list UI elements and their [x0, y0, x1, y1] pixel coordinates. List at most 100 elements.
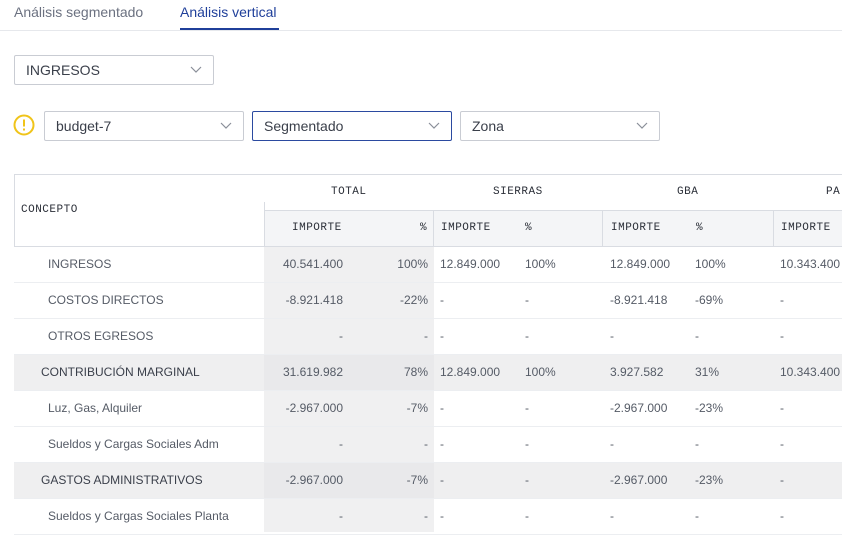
- sierras-pct-cell: -: [525, 437, 529, 451]
- gba-importe-cell: 12.849.000: [610, 257, 671, 271]
- total-pct-cell: -7%: [406, 473, 428, 487]
- chevron-down-icon: [428, 122, 440, 129]
- pa-importe-cell: -: [780, 509, 784, 523]
- sierras-importe-header[interactable]: IMPORTE: [441, 222, 491, 234]
- row-label: Luz, Gas, Alquiler: [48, 401, 143, 415]
- row-label: OTROS EGRESOS: [48, 329, 154, 343]
- chevron-down-icon: [190, 66, 202, 73]
- group-header-total[interactable]: TOTAL: [331, 186, 367, 198]
- concept-select[interactable]: INGRESOS: [14, 55, 214, 85]
- gba-importe-cell: -: [610, 437, 614, 451]
- sierras-pct-header[interactable]: %: [525, 222, 532, 234]
- row-label: INGRESOS: [48, 257, 112, 271]
- total-importe-cell: -2.967.000: [285, 473, 343, 487]
- sierras-importe-cell: -: [440, 293, 444, 307]
- sierras-pct-cell: -: [525, 473, 529, 487]
- sierras-pct-cell: 100%: [525, 365, 556, 379]
- table-row: CONTRIBUCIÓN MARGINAL 31.619.982 78% 12.849…: [14, 355, 842, 391]
- group-header-sierras[interactable]: SIERRAS: [493, 186, 543, 198]
- tab-bar: Análisis segmentado Análisis vertical: [0, 0, 842, 31]
- table-row: Luz, Gas, Alquiler -2.967.000 -7% - - -2.967.…: [14, 391, 842, 427]
- total-importe-cell: -8.921.418: [285, 293, 343, 307]
- row-label: Sueldos y Cargas Sociales Adm: [48, 437, 219, 451]
- pa-importe-cell: -: [780, 437, 784, 451]
- table-row: OTROS EGRESOS - - - - - - -: [14, 319, 842, 355]
- gba-importe-header[interactable]: IMPORTE: [611, 222, 661, 234]
- sierras-importe-cell: -: [440, 401, 444, 415]
- pa-importe-cell: -: [780, 329, 784, 343]
- mode-select[interactable]: Segmentado: [252, 111, 452, 141]
- total-pct-cell: -: [424, 329, 428, 343]
- total-pct-header[interactable]: %: [420, 222, 427, 234]
- gba-pct-cell: -: [695, 329, 699, 343]
- concept-select-value: INGRESOS: [26, 62, 100, 78]
- gba-pct-header[interactable]: %: [696, 222, 703, 234]
- row-label: COSTOS DIRECTOS: [48, 293, 164, 307]
- sierras-importe-cell: -: [440, 437, 444, 451]
- table-row: Sueldos y Cargas Sociales Planta - - - - - - -: [14, 499, 842, 535]
- gba-pct-cell: 100%: [695, 257, 726, 271]
- total-importe-cell: -: [339, 509, 343, 523]
- vertical-analysis-table: CONCEPTO TOTAL SIERRAS GBA PA IMPORTE % …: [14, 174, 842, 535]
- total-pct-cell: 78%: [403, 365, 428, 379]
- gba-importe-cell: 3.927.582: [610, 365, 664, 379]
- subheader-row: [264, 210, 842, 246]
- sierras-pct-cell: -: [525, 509, 529, 523]
- table-row: INGRESOS 40.541.400 100% 12.849.000 100% 12.8…: [14, 247, 842, 283]
- sierras-importe-cell: -: [440, 473, 444, 487]
- total-pct-cell: 100%: [397, 257, 428, 271]
- row-label: GASTOS ADMINISTRATIVOS: [41, 473, 203, 487]
- gba-importe-cell: -: [610, 509, 614, 523]
- group-header-pa[interactable]: PA: [826, 186, 840, 198]
- sierras-pct-cell: -: [525, 329, 529, 343]
- zone-select[interactable]: Zona: [460, 111, 660, 141]
- total-importe-cell: -2.967.000: [285, 401, 343, 415]
- zone-select-value: Zona: [472, 118, 504, 134]
- table-row: COSTOS DIRECTOS -8.921.418 -22% - - -8.921.41…: [14, 283, 842, 319]
- gba-pct-cell: -23%: [695, 473, 724, 487]
- sierras-importe-cell: 12.849.000: [440, 257, 501, 271]
- sierras-importe-cell: -: [440, 329, 444, 343]
- gba-pct-cell: -: [695, 509, 699, 523]
- chevron-down-icon: [220, 122, 232, 129]
- gba-importe-cell: -2.967.000: [610, 401, 668, 415]
- pa-importe-cell: -: [780, 401, 784, 415]
- total-pct-cell: -: [424, 437, 428, 451]
- gba-importe-cell: -8.921.418: [610, 293, 668, 307]
- gba-importe-cell: -: [610, 329, 614, 343]
- concept-header: CONCEPTO: [21, 204, 78, 216]
- pa-importe-cell: 10.343.400: [780, 257, 841, 271]
- sierras-pct-cell: 100%: [525, 257, 556, 271]
- total-importe-cell: -: [339, 329, 343, 343]
- pa-importe-cell: -: [780, 473, 784, 487]
- tab-analisis-segmentado[interactable]: Análisis segmentado: [14, 4, 143, 20]
- total-importe-cell: 31.619.982: [282, 365, 343, 379]
- gba-pct-cell: -23%: [695, 401, 724, 415]
- budget-select[interactable]: budget-7: [44, 111, 244, 141]
- table-row: GASTOS ADMINISTRATIVOS -2.967.000 -7% - - -2.…: [14, 463, 842, 499]
- tab-analisis-vertical[interactable]: Análisis vertical: [180, 4, 276, 20]
- table-row: Sueldos y Cargas Sociales Adm - - - - - - -: [14, 427, 842, 463]
- pa-importe-cell: -: [780, 293, 784, 307]
- sierras-pct-cell: -: [525, 293, 529, 307]
- total-pct-cell: -7%: [406, 401, 428, 415]
- gba-importe-cell: -2.967.000: [610, 473, 668, 487]
- gba-pct-cell: 31%: [695, 365, 720, 379]
- warning-circle-icon: [13, 114, 35, 136]
- gba-pct-cell: -: [695, 437, 699, 451]
- active-tab-indicator: [180, 28, 279, 30]
- sierras-importe-cell: 12.849.000: [440, 365, 501, 379]
- budget-select-value: budget-7: [56, 118, 112, 134]
- sierras-pct-cell: -: [525, 401, 529, 415]
- row-label: CONTRIBUCIÓN MARGINAL: [41, 365, 200, 379]
- total-importe-cell: 40.541.400: [282, 257, 343, 271]
- mode-select-value: Segmentado: [264, 118, 344, 134]
- group-header-gba[interactable]: GBA: [677, 186, 698, 198]
- total-importe-header[interactable]: IMPORTE: [292, 222, 342, 234]
- gba-pct-cell: -69%: [695, 293, 724, 307]
- pa-importe-cell: 10.343.400: [780, 365, 841, 379]
- sierras-importe-cell: -: [440, 509, 444, 523]
- total-importe-cell: -: [339, 437, 343, 451]
- pa-importe-header[interactable]: IMPORTE: [781, 222, 831, 234]
- chevron-down-icon: [636, 122, 648, 129]
